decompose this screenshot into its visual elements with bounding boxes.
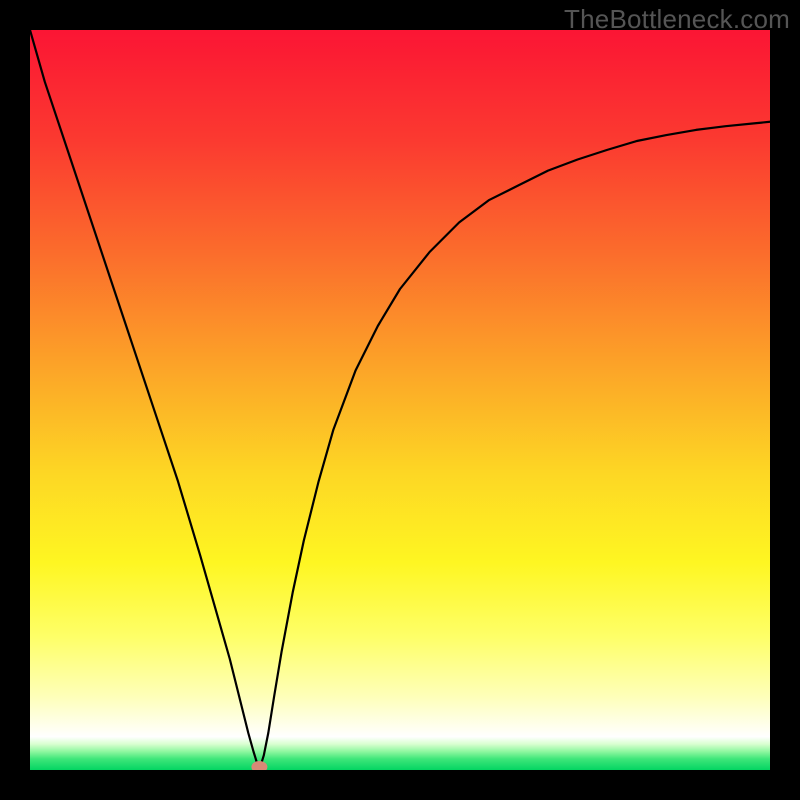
plot-svg — [30, 30, 770, 770]
watermark-text: TheBottleneck.com — [564, 4, 790, 35]
gradient-background — [30, 30, 770, 770]
chart-frame: TheBottleneck.com — [0, 0, 800, 800]
plot-area — [30, 30, 770, 770]
